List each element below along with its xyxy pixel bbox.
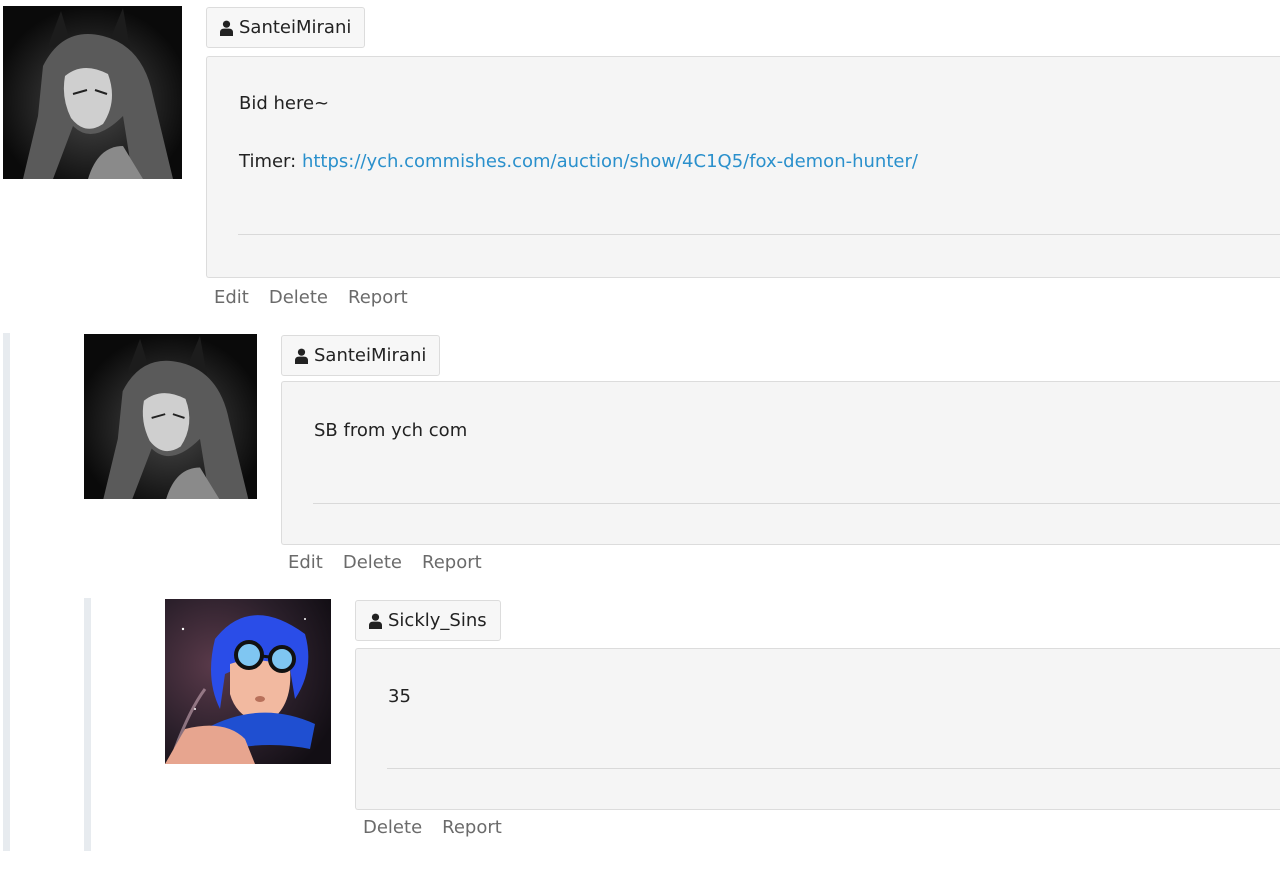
comment-text: Bid here~ xyxy=(239,93,330,114)
comment-actions: Edit Delete Report xyxy=(288,552,482,573)
avatar[interactable] xyxy=(3,6,182,179)
username-tag[interactable]: SanteiMirani xyxy=(281,335,441,376)
avatar[interactable] xyxy=(165,599,331,764)
timer-link[interactable]: https://ych.commishes.com/auction/show/4… xyxy=(302,151,918,172)
delete-button[interactable]: Delete xyxy=(363,817,422,838)
comment-body: 35 xyxy=(355,648,1280,810)
report-button[interactable]: Report xyxy=(442,817,502,838)
comment-divider xyxy=(313,503,1280,504)
comment-body: Bid here~ Timer: https://ych.commishes.c… xyxy=(206,56,1280,278)
thread-rail-level-1 xyxy=(3,333,10,851)
comment-text: 35 xyxy=(388,686,411,707)
edit-button[interactable]: Edit xyxy=(288,552,323,573)
report-button[interactable]: Report xyxy=(422,552,482,573)
user-icon xyxy=(220,20,233,36)
report-button[interactable]: Report xyxy=(348,287,408,308)
avatar[interactable] xyxy=(84,334,257,499)
fox-eared-character-avatar-icon xyxy=(3,6,182,179)
user-icon xyxy=(369,613,382,629)
username: Sickly_Sins xyxy=(388,610,487,631)
timer-label: Timer: xyxy=(239,151,297,172)
comment-body: SB from ych com xyxy=(281,381,1280,545)
blue-haired-goggles-character-avatar-icon xyxy=(165,599,331,764)
comment-divider xyxy=(238,234,1280,235)
username: SanteiMirani xyxy=(239,17,352,38)
thread-rail-level-2 xyxy=(84,598,91,851)
delete-button[interactable]: Delete xyxy=(343,552,402,573)
edit-button[interactable]: Edit xyxy=(214,287,249,308)
comment-text: SB from ych com xyxy=(314,420,468,441)
fox-eared-character-avatar-icon xyxy=(84,334,257,499)
user-icon xyxy=(295,348,308,364)
username-tag[interactable]: Sickly_Sins xyxy=(355,600,501,641)
timer-line: Timer: https://ych.commishes.com/auction… xyxy=(239,151,918,172)
username-tag[interactable]: SanteiMirani xyxy=(206,7,366,48)
comment-actions: Delete Report xyxy=(363,817,502,838)
username: SanteiMirani xyxy=(314,345,427,366)
comment-actions: Edit Delete Report xyxy=(214,287,408,308)
delete-button[interactable]: Delete xyxy=(269,287,328,308)
comment-divider xyxy=(387,768,1280,769)
